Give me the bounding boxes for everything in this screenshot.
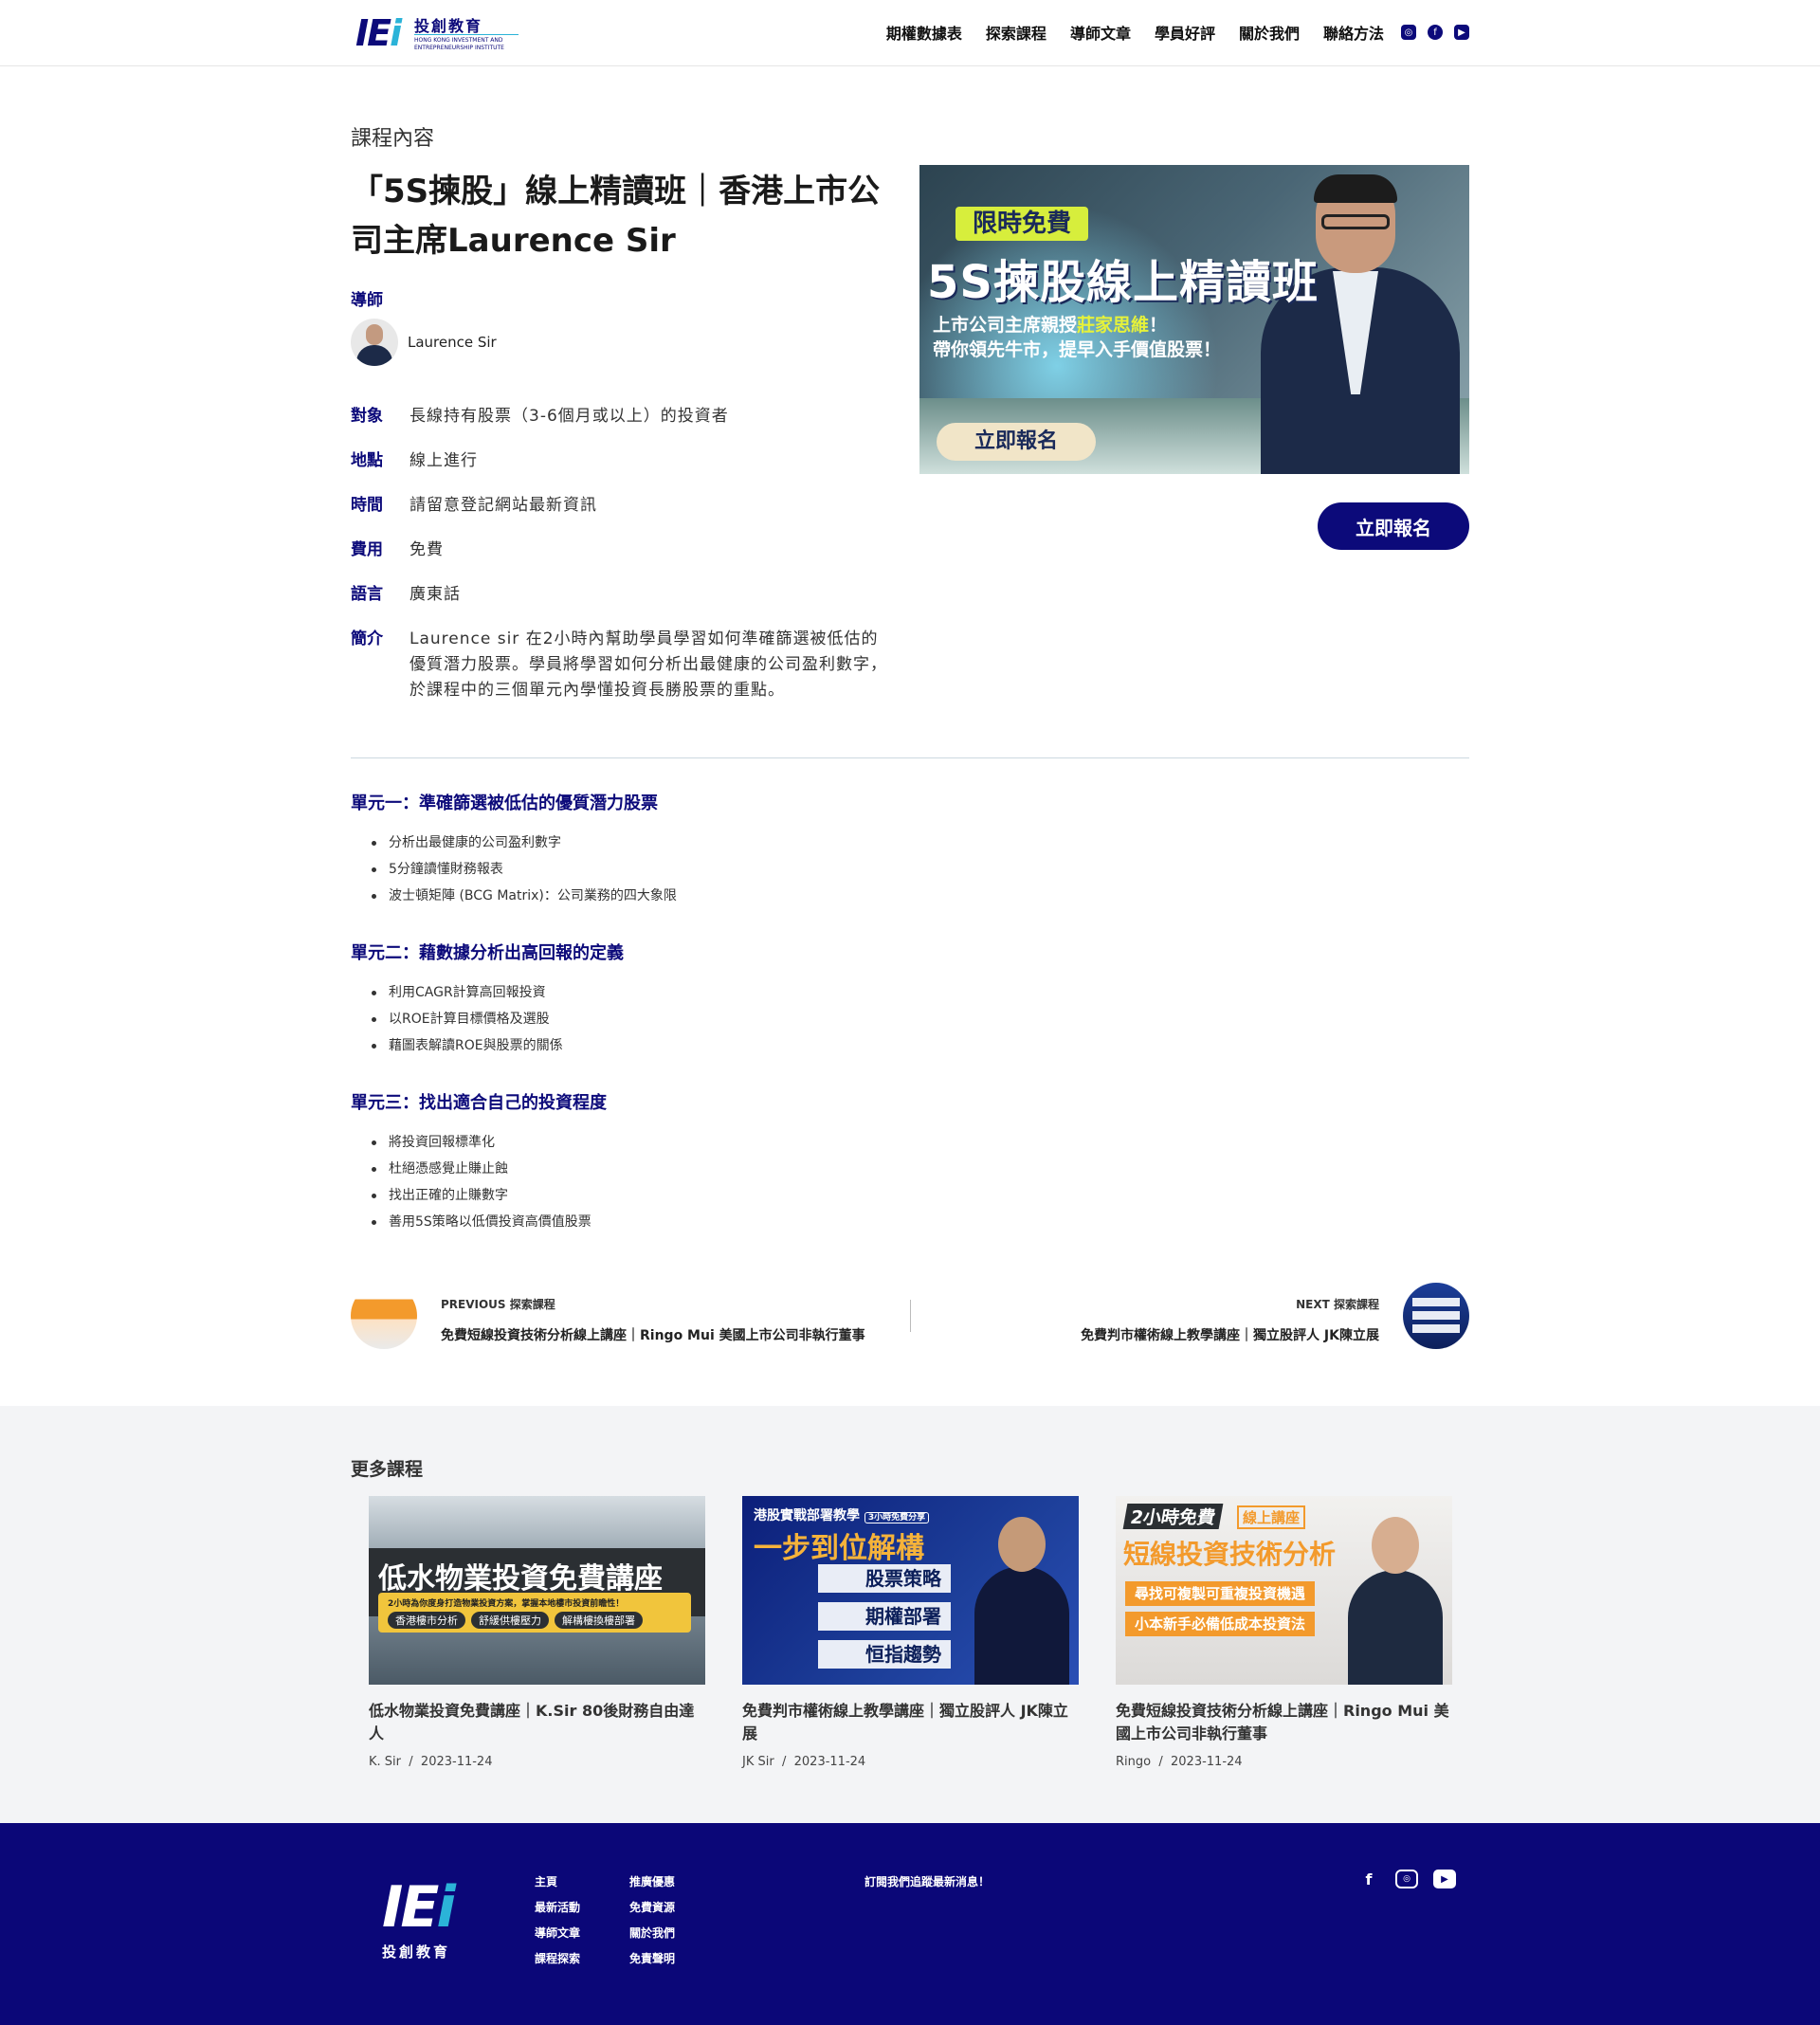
course-card-title[interactable]: 低水物業投資免費講座｜K.Sir 80後財務自由達人 bbox=[369, 1700, 705, 1745]
next-label: NEXT 探索課程 bbox=[1296, 1298, 1379, 1311]
prev-label: PREVIOUS 探索課程 bbox=[441, 1298, 555, 1311]
footer-link-disclaimer[interactable]: 免責聲明 bbox=[629, 1946, 675, 1972]
banner-tutor-photo bbox=[1251, 174, 1469, 474]
footer-social: f ◎ ▶ bbox=[1357, 1870, 1471, 1888]
footer-logo-text: 投創教育 bbox=[382, 1943, 451, 1961]
unit-3-list: 將投資回報標準化 杜絕憑感覺止賺止蝕 找出正確的止賺數字 善用5S策略以低價投資… bbox=[372, 1129, 592, 1235]
unit-2-title: 單元二：藉數據分析出高回報的定義 bbox=[351, 943, 624, 963]
list-item: 波士頓矩陣 (BCG Matrix)：公司業務的四大象限 bbox=[372, 883, 677, 909]
nav-options-data[interactable]: 期權數據表 bbox=[886, 21, 962, 44]
footer-links-2: 推廣優惠 免費資源 關於我們 免責聲明 bbox=[629, 1870, 675, 1972]
instagram-icon[interactable]: ◎ bbox=[1401, 25, 1416, 40]
course-card[interactable]: 2小時免費 線上講座 短線投資技術分析 尋找可複製可重複投資機遇 小本新手必備低… bbox=[1116, 1496, 1452, 1769]
logo-cn-text: 投創教育 bbox=[414, 17, 483, 35]
info-row-location: 地點 線上進行 bbox=[351, 451, 478, 470]
unit-2-list: 利用CAGR計算高回報投資 以ROE計算目標價格及選股 藉圖表解讀ROE與股票的… bbox=[372, 979, 563, 1059]
footer-link-courses[interactable]: 課程探索 bbox=[535, 1946, 580, 1972]
instagram-icon[interactable]: ◎ bbox=[1395, 1870, 1418, 1888]
list-item: 分析出最健康的公司盈利數字 bbox=[372, 830, 677, 856]
tutor-label: 導師 bbox=[351, 291, 383, 310]
footer-logo-mark: IEi bbox=[382, 1874, 456, 1941]
footer-link-events[interactable]: 最新活動 bbox=[535, 1895, 580, 1921]
next-course-thumbnail[interactable] bbox=[1403, 1283, 1469, 1349]
course-card-image[interactable]: 港股實戰部署教學 3小時免費分享 一步到位解構 股票策略 期權部署 恒指趨勢 bbox=[742, 1496, 1079, 1685]
more-courses-title: 更多課程 bbox=[351, 1459, 424, 1480]
banner-cta: 立即報名 bbox=[937, 423, 1097, 461]
footer-logo[interactable]: IEi 投創教育 bbox=[382, 1874, 456, 1961]
list-item: 善用5S策略以低價投資高價值股票 bbox=[372, 1209, 592, 1235]
page-title: 「5S揀股」線上精讀班｜香港上市公司主席Laurence Sir bbox=[351, 173, 881, 260]
course-card-image[interactable]: 2小時免費 線上講座 短線投資技術分析 尋找可複製可重複投資機遇 小本新手必備低… bbox=[1116, 1496, 1452, 1685]
course-card-meta: K. Sir / 2023-11-24 bbox=[369, 1755, 493, 1769]
list-item: 杜絕憑感覺止賺止蝕 bbox=[372, 1156, 592, 1182]
banner-subline-2: 帶你領先牛市，提早入手價值股票！ bbox=[933, 339, 1222, 360]
nav-reviews[interactable]: 學員好評 bbox=[1155, 21, 1215, 44]
footer-link-promotions[interactable]: 推廣優惠 bbox=[629, 1870, 675, 1895]
facebook-icon[interactable]: f bbox=[1357, 1870, 1380, 1888]
facebook-icon[interactable]: f bbox=[1428, 25, 1443, 40]
list-item: 以ROE計算目標價格及選股 bbox=[372, 1006, 563, 1032]
banner-tag: 限時免費 bbox=[956, 207, 1089, 241]
pagination-divider bbox=[910, 1300, 911, 1332]
subscribe-text[interactable]: 訂閱我們追蹤最新消息！ bbox=[864, 1873, 990, 1889]
list-item: 藉圖表解讀ROE與股票的關係 bbox=[372, 1032, 563, 1059]
list-item: 5分鐘讀懂財務報表 bbox=[372, 856, 677, 883]
info-row-language: 語言 廣東話 bbox=[351, 585, 461, 604]
course-card[interactable]: 港股實戰部署教學 3小時免費分享 一步到位解構 股票策略 期權部署 恒指趨勢 免… bbox=[742, 1496, 1079, 1769]
info-row-time: 時間 請留意登記網站最新資訊 bbox=[351, 496, 597, 515]
course-card[interactable]: 低水物業投資免費講座 2小時為你度身打造物業投資方案，掌握本地樓市投資前瞻性！ … bbox=[369, 1496, 705, 1769]
unit-1-list: 分析出最健康的公司盈利數字 5分鐘讀懂財務報表 波士頓矩陣 (BCG Matri… bbox=[372, 830, 677, 909]
info-row-intro: 簡介 Laurence sir 在2小時內幫助學員學習如何準確篩選被低估的優質潛力… bbox=[351, 629, 887, 700]
info-row-audience: 對象 長線持有股票（3-6個月或以上）的投資者 bbox=[351, 407, 729, 426]
enroll-button[interactable]: 立即報名 bbox=[1318, 502, 1469, 550]
course-banner: 限時免費 5S揀股線上精讀班 上市公司主席親授莊家思維！ 帶你領先牛市，提早入手… bbox=[919, 165, 1469, 474]
footer-links-1: 主頁 最新活動 導師文章 課程探索 bbox=[535, 1870, 580, 1972]
next-course-link[interactable]: 免費判市權術線上教學講座｜獨立股評人 JK陳立展 bbox=[1081, 1325, 1379, 1344]
logo-en-text: HONG KONG INVESTMENT AND ENTREPRENEURSHI… bbox=[414, 34, 519, 52]
course-card-meta: JK Sir / 2023-11-24 bbox=[742, 1755, 866, 1769]
section-label: 課程內容 bbox=[351, 127, 435, 151]
site-logo[interactable]: IEi 投創教育 HONG KONG INVESTMENT AND ENTREP… bbox=[355, 11, 519, 55]
site-footer bbox=[0, 1823, 1820, 2025]
course-card-image[interactable]: 低水物業投資免費講座 2小時為你度身打造物業投資方案，掌握本地樓市投資前瞻性！ … bbox=[369, 1496, 705, 1685]
nav-about[interactable]: 關於我們 bbox=[1239, 21, 1300, 44]
footer-link-articles[interactable]: 導師文章 bbox=[535, 1921, 580, 1946]
footer-link-home[interactable]: 主頁 bbox=[535, 1870, 580, 1895]
nav-tutor-articles[interactable]: 導師文章 bbox=[1070, 21, 1131, 44]
banner-headline: 5S揀股線上精讀班 bbox=[927, 256, 1319, 309]
list-item: 將投資回報標準化 bbox=[372, 1129, 592, 1156]
footer-link-about[interactable]: 關於我們 bbox=[629, 1921, 675, 1946]
footer-link-free-resources[interactable]: 免費資源 bbox=[629, 1895, 675, 1921]
list-item: 找出正確的止賺數字 bbox=[372, 1182, 592, 1209]
course-card-title[interactable]: 免費短線投資技術分析線上講座｜Ringo Mui 美國上市公司非執行董事 bbox=[1116, 1700, 1452, 1745]
main-nav: 期權數據表 探索課程 導師文章 學員好評 關於我們 聯絡方法 ◎ f ▶ bbox=[863, 21, 1469, 44]
nav-contact[interactable]: 聯絡方法 bbox=[1323, 21, 1384, 44]
list-item: 利用CAGR計算高回報投資 bbox=[372, 979, 563, 1006]
prev-course-link[interactable]: 免費短線投資技術分析線上講座｜Ringo Mui 美國上市公司非執行董事 bbox=[441, 1325, 865, 1344]
info-row-fee: 費用 免費 bbox=[351, 540, 444, 559]
course-card-title[interactable]: 免費判市權術線上教學講座｜獨立股評人 JK陳立展 bbox=[742, 1700, 1079, 1745]
unit-3-title: 單元三：找出適合自己的投資程度 bbox=[351, 1093, 607, 1113]
nav-explore-courses[interactable]: 探索課程 bbox=[986, 21, 1046, 44]
site-header: IEi 投創教育 HONG KONG INVESTMENT AND ENTREP… bbox=[0, 0, 1820, 66]
prev-course-thumbnail[interactable] bbox=[351, 1283, 417, 1349]
course-card-meta: Ringo / 2023-11-24 bbox=[1116, 1755, 1243, 1769]
divider bbox=[351, 757, 1469, 758]
tutor-name: Laurence Sir bbox=[408, 334, 497, 351]
youtube-icon[interactable]: ▶ bbox=[1454, 25, 1469, 40]
logo-mark: IEi bbox=[355, 12, 402, 54]
unit-1-title: 單元一：準確篩選被低估的優質潛力股票 bbox=[351, 794, 658, 813]
avatar bbox=[351, 319, 398, 366]
banner-subline-1: 上市公司主席親授莊家思維！ bbox=[933, 315, 1168, 336]
youtube-icon[interactable]: ▶ bbox=[1433, 1870, 1456, 1888]
